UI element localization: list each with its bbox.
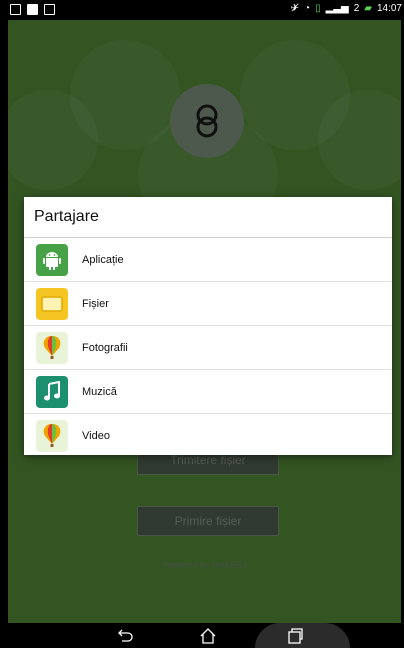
status-bar: ✈̸ ◔ ▯ ▂▃▅ 2 ▰ 14:07 <box>0 0 404 20</box>
dialog-title: Partajare <box>24 197 392 238</box>
no-notifications-icon: ✈̸ <box>290 3 300 14</box>
music-icon <box>36 375 68 408</box>
share-option-label: Muzică <box>82 385 117 398</box>
sim-slot-label: 2 <box>353 3 360 14</box>
share-option-label: Aplicație <box>82 253 124 266</box>
photos-balloon-icon <box>36 331 68 364</box>
clock: 14:07 <box>376 3 402 14</box>
share-option-music[interactable]: Muzică <box>24 370 392 414</box>
home-button[interactable] <box>199 627 217 645</box>
share-option-files[interactable]: Fișier <box>24 282 392 326</box>
back-button[interactable] <box>116 627 134 645</box>
signal-icon: ▂▃▅ <box>325 3 349 14</box>
calendar-notification-icon <box>10 4 21 15</box>
wifi-icon: ◔ <box>304 3 311 14</box>
recent-apps-button[interactable] <box>286 627 304 645</box>
battery-icon: ▰ <box>364 3 372 14</box>
share-option-label: Fotografii <box>82 341 128 354</box>
share-option-label: Fișier <box>82 297 109 310</box>
sim-icon: ▯ <box>315 3 321 14</box>
notification-icons <box>10 4 55 15</box>
folder-icon <box>36 287 68 320</box>
share-option-video[interactable]: Video <box>24 414 392 457</box>
navigation-bar <box>0 623 404 648</box>
image-notification-icon <box>44 4 55 15</box>
share-option-apps[interactable]: Aplicație <box>24 238 392 282</box>
share-option-photos[interactable]: Fotografii <box>24 326 392 370</box>
share-option-label: Video <box>82 429 110 442</box>
android-icon <box>36 243 68 276</box>
video-balloon-icon <box>36 419 68 452</box>
share-dialog: Partajare Aplicație Fișier Fotografii Mu… <box>24 197 392 455</box>
system-status-icons: ✈̸ ◔ ▯ ▂▃▅ 2 ▰ 14:07 <box>291 3 402 15</box>
file-notification-icon <box>27 4 38 15</box>
